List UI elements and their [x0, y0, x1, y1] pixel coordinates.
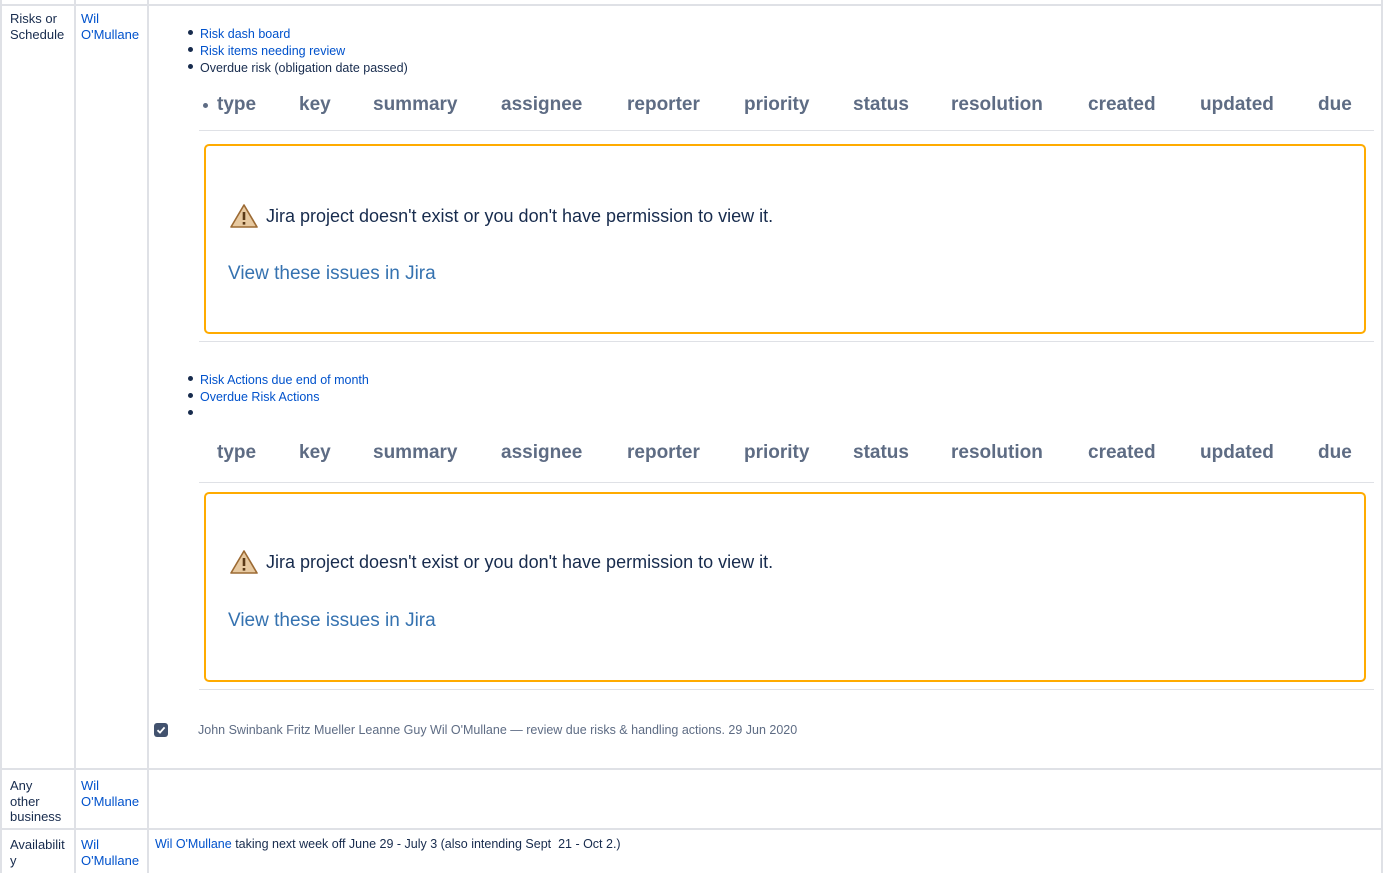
- column-header[interactable]: reporter: [627, 442, 700, 464]
- agenda-item-label: Any other business: [10, 778, 62, 825]
- column-header[interactable]: key: [299, 94, 331, 116]
- link-list: Risk dash board Risk items needing revie…: [183, 26, 408, 77]
- column-header[interactable]: key: [299, 442, 331, 464]
- column-header[interactable]: updated: [1200, 442, 1274, 464]
- task-item: John Swinbank Fritz Mueller Leanne Guy W…: [154, 723, 797, 737]
- column-header[interactable]: assignee: [501, 94, 582, 116]
- agenda-item-label: Availability: [10, 837, 65, 868]
- list-item: Overdue risk (obligation date passed): [183, 60, 408, 77]
- list-item: Risk Actions due end of month: [183, 372, 369, 389]
- jira-error-message: Jira project doesn't exist or you don't …: [230, 550, 773, 574]
- column-header[interactable]: created: [1088, 442, 1156, 464]
- owner-link[interactable]: Wil O'Mullane: [81, 837, 145, 868]
- person-link[interactable]: Wil O'Mullane: [155, 837, 232, 851]
- owner-link[interactable]: Wil O'Mullane: [81, 11, 145, 42]
- column-header[interactable]: priority: [744, 442, 809, 464]
- grid-line: [74, 0, 76, 873]
- jira-error-message: Jira project doesn't exist or you don't …: [230, 204, 773, 228]
- column-header[interactable]: resolution: [951, 442, 1043, 464]
- column-header[interactable]: status: [853, 94, 909, 116]
- column-header[interactable]: assignee: [501, 442, 582, 464]
- availability-note: Wil O'Mullane taking next week off June …: [155, 837, 621, 852]
- risk-review-link[interactable]: Risk items needing review: [200, 44, 345, 58]
- bullet: [203, 103, 208, 108]
- jira-error-box: Jira project doesn't exist or you don't …: [204, 144, 1366, 334]
- overdue-risk-actions-link[interactable]: Overdue Risk Actions: [200, 390, 320, 404]
- column-header[interactable]: priority: [744, 94, 809, 116]
- list-item: [183, 406, 369, 423]
- column-header[interactable]: created: [1088, 94, 1156, 116]
- owner-link[interactable]: Wil O'Mullane: [81, 778, 145, 809]
- warning-icon: [230, 550, 258, 574]
- checkbox-checked-icon: [156, 726, 166, 734]
- column-header[interactable]: type: [217, 94, 256, 116]
- jira-table-header: type key summary assignee reporter prior…: [203, 94, 1363, 118]
- task-checkbox[interactable]: [154, 723, 168, 737]
- column-header[interactable]: due: [1318, 94, 1352, 116]
- error-text: Jira project doesn't exist or you don't …: [266, 205, 774, 226]
- availability-text: taking next week off June 29 - July 3 (a…: [231, 837, 621, 851]
- list-item: Risk items needing review: [183, 43, 408, 60]
- grid-line: [147, 0, 149, 873]
- risk-dashboard-link[interactable]: Risk dash board: [200, 27, 290, 41]
- column-header[interactable]: resolution: [951, 94, 1043, 116]
- divider: [199, 341, 1374, 342]
- warning-icon: [230, 204, 258, 228]
- column-header[interactable]: status: [853, 442, 909, 464]
- overdue-risk-text: Overdue risk (obligation date passed): [200, 61, 408, 75]
- view-in-jira-link[interactable]: View these issues in Jira: [228, 263, 436, 285]
- list-item: Overdue Risk Actions: [183, 389, 369, 406]
- grid-line: [0, 0, 2, 873]
- grid-line: [0, 4, 1383, 6]
- column-header[interactable]: summary: [373, 442, 458, 464]
- column-header[interactable]: reporter: [627, 94, 700, 116]
- column-header[interactable]: updated: [1200, 94, 1274, 116]
- grid-line: [0, 768, 1383, 770]
- risk-actions-link[interactable]: Risk Actions due end of month: [200, 373, 369, 387]
- jira-table-header: type key summary assignee reporter prior…: [203, 442, 1363, 466]
- divider: [199, 689, 1374, 690]
- grid-line: [0, 828, 1383, 830]
- task-text: John Swinbank Fritz Mueller Leanne Guy W…: [198, 723, 798, 737]
- column-header[interactable]: summary: [373, 94, 458, 116]
- agenda-item-label: Risks or Schedule: [10, 11, 65, 42]
- column-header[interactable]: type: [217, 442, 256, 464]
- column-header[interactable]: due: [1318, 442, 1352, 464]
- view-in-jira-link[interactable]: View these issues in Jira: [228, 610, 436, 632]
- divider: [199, 482, 1374, 483]
- list-item: Risk dash board: [183, 26, 408, 43]
- error-text: Jira project doesn't exist or you don't …: [266, 551, 774, 572]
- divider: [199, 130, 1374, 131]
- jira-error-box: Jira project doesn't exist or you don't …: [204, 492, 1366, 682]
- link-list: Risk Actions due end of month Overdue Ri…: [183, 372, 369, 423]
